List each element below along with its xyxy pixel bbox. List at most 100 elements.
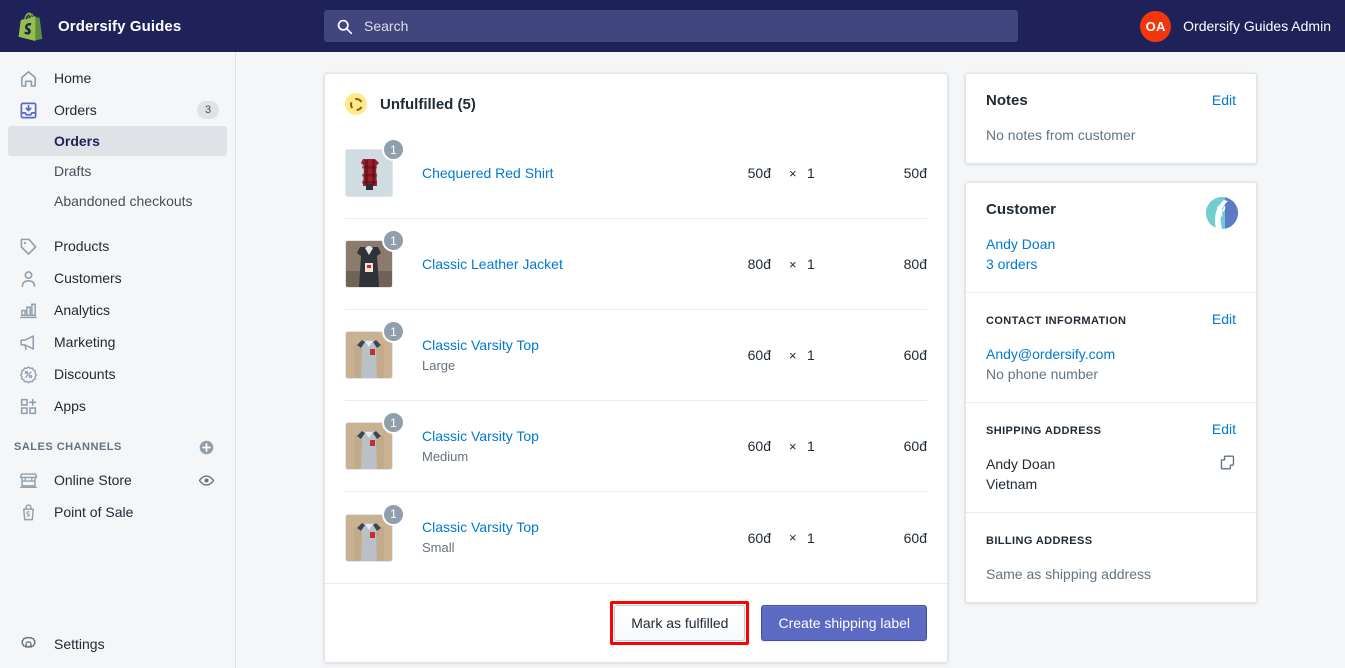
sidebar-item-label: Discounts	[54, 366, 116, 382]
sidebar-item-apps[interactable]: Apps	[8, 390, 227, 422]
sidebar-item-label: Settings	[54, 636, 105, 652]
line-item-thumbnail-wrap: 1	[345, 411, 405, 470]
line-item-quantity: 1	[807, 438, 815, 454]
line-item-info: Chequered Red Shirt	[422, 164, 927, 183]
brand-name: Ordersify Guides	[58, 17, 182, 35]
sidebar-item-orders[interactable]: Orders 3	[8, 94, 227, 126]
discounts-percent-badge-icon	[14, 365, 42, 384]
customer-links: Andy Doan 3 orders	[986, 234, 1236, 274]
customer-orders-link[interactable]: 3 orders	[986, 254, 1236, 274]
products-tag-icon	[14, 237, 42, 256]
eye-icon[interactable]	[198, 472, 215, 489]
create-shipping-label-button[interactable]: Create shipping label	[761, 605, 927, 641]
shipping-address-line2: Vietnam	[986, 476, 1038, 492]
line-item-name[interactable]: Classic Varsity Top	[422, 518, 927, 537]
notes-title: Notes	[986, 92, 1028, 109]
search-icon	[337, 19, 353, 34]
shipping-edit-link[interactable]: Edit	[1212, 421, 1236, 437]
line-item-total: 60đ	[903, 347, 927, 363]
plus-circle-icon[interactable]	[198, 439, 215, 456]
sidebar-item-customers[interactable]: Customers	[8, 262, 227, 294]
line-item-quantity-badge: 1	[382, 411, 405, 434]
copy-icon[interactable]	[1219, 454, 1236, 476]
avatar: OA	[1140, 10, 1172, 42]
sidebar-subitem-abandoned-checkouts[interactable]: Abandoned checkouts	[8, 186, 227, 216]
sidebar-item-marketing[interactable]: Marketing	[8, 326, 227, 358]
search-input[interactable]: Search	[324, 10, 1018, 42]
line-item-name[interactable]: Classic Leather Jacket	[422, 255, 927, 274]
line-item-quantity: 1	[807, 347, 815, 363]
account-name: Ordersify Guides Admin	[1183, 18, 1331, 34]
sidebar-item-label: Online Store	[54, 472, 132, 488]
sidebar-item-label: Apps	[54, 398, 86, 414]
gear-icon	[14, 635, 42, 654]
unfulfilled-title: Unfulfilled (5)	[380, 95, 476, 113]
orders-badge: 3	[197, 101, 219, 119]
account-menu[interactable]: OA Ordersify Guides Admin	[1140, 0, 1331, 52]
notes-section: Notes Edit No notes from customer	[966, 74, 1256, 163]
unfulfilled-dashed-circle-icon	[345, 93, 367, 115]
notes-edit-link[interactable]: Edit	[1212, 92, 1236, 108]
main-content: Unfulfilled (5) 1 Chequered Red Shirt 50…	[236, 52, 1345, 668]
customer-email-link[interactable]: Andy@ordersify.com	[986, 344, 1236, 364]
sidebar-item-point-of-sale[interactable]: Point of Sale	[8, 496, 227, 528]
sidebar-item-discounts[interactable]: Discounts	[8, 358, 227, 390]
shipping-address-lines: Andy Doan Vietnam	[986, 454, 1236, 494]
unfulfilled-header: Unfulfilled (5)	[325, 74, 947, 115]
line-item-quantity-badge: 1	[382, 229, 405, 252]
contact-details: Andy@ordersify.com No phone number	[986, 344, 1236, 384]
sidebar-item-analytics[interactable]: Analytics	[8, 294, 227, 326]
notes-card: Notes Edit No notes from customer	[965, 73, 1257, 164]
sidebar-item-products[interactable]: Products	[8, 230, 227, 262]
sidebar-item-label: Point of Sale	[54, 504, 134, 520]
line-item-times-symbol: ×	[789, 165, 797, 181]
sidebar-item-label: Analytics	[54, 302, 111, 318]
shipping-address-line1: Andy Doan	[986, 456, 1056, 472]
contact-information-heading: CONTACT INFORMATION	[986, 315, 1127, 327]
sidebar-subitem-label: Orders	[54, 133, 100, 149]
storefront-icon	[14, 471, 42, 490]
contact-edit-link[interactable]: Edit	[1212, 311, 1236, 327]
point-of-sale-bag-icon	[14, 503, 42, 522]
brand-home-link[interactable]: Ordersify Guides	[0, 0, 236, 52]
line-item-name[interactable]: Classic Varsity Top	[422, 427, 927, 446]
sales-channels-label: SALES CHANNELS	[14, 441, 122, 453]
line-item-times-symbol: ×	[789, 256, 797, 272]
sidebar: Home Orders 3 Orders Drafts Abandoned ch…	[0, 52, 236, 668]
billing-address-section: BILLING ADDRESS Same as shipping address	[966, 513, 1256, 602]
table-row: 1 Chequered Red Shirt 50đ × 1 50đ	[345, 128, 927, 219]
table-row: 1 Classic Varsity Top Small 60đ × 1 60đ	[345, 492, 927, 583]
billing-address-body: Same as shipping address	[986, 566, 1151, 582]
line-item-unit-price: 60đ	[747, 438, 771, 454]
line-item-variant: Medium	[422, 448, 469, 464]
order-details-column: Unfulfilled (5) 1 Chequered Red Shirt 50…	[324, 73, 948, 663]
unfulfilled-card: Unfulfilled (5) 1 Chequered Red Shirt 50…	[324, 73, 948, 663]
analytics-bar-chart-icon	[14, 301, 42, 320]
line-item-times-symbol: ×	[789, 347, 797, 363]
home-icon	[14, 69, 42, 88]
line-item-name[interactable]: Chequered Red Shirt	[422, 164, 927, 183]
line-item-unit-price: 80đ	[747, 256, 771, 272]
sidebar-item-settings[interactable]: Settings	[8, 628, 227, 660]
shipping-address-section: SHIPPING ADDRESS Edit Andy Doan Vietnam	[966, 403, 1256, 513]
billing-address-heading: BILLING ADDRESS	[986, 535, 1093, 547]
shipping-address-heading: SHIPPING ADDRESS	[986, 425, 1102, 437]
table-row: 1 Classic Leather Jacket 80đ × 1 80đ	[345, 219, 927, 310]
sidebar-subitem-label: Abandoned checkouts	[54, 193, 193, 209]
line-item-thumbnail-wrap: 1	[345, 502, 405, 562]
sidebar-item-label: Products	[54, 238, 110, 254]
sidebar-item-online-store[interactable]: Online Store	[8, 464, 227, 496]
sidebar-subitem-drafts[interactable]: Drafts	[8, 156, 227, 186]
line-item-times-symbol: ×	[789, 530, 797, 545]
sidebar-subitem-orders[interactable]: Orders	[8, 126, 227, 156]
table-row: 1 Classic Varsity Top Medium 60đ × 1 60đ	[345, 401, 927, 492]
mark-as-fulfilled-button[interactable]: Mark as fulfilled	[614, 605, 746, 641]
customer-name-link[interactable]: Andy Doan	[986, 234, 1236, 254]
fulfillment-actions: Mark as fulfilled Create shipping label	[325, 583, 947, 662]
sidebar-footer: Settings	[0, 628, 235, 660]
customers-person-icon	[14, 269, 42, 288]
sidebar-item-home[interactable]: Home	[8, 62, 227, 94]
line-item-unit-price: 50đ	[747, 165, 771, 181]
sidebar-subitem-label: Drafts	[54, 163, 92, 179]
line-item-name[interactable]: Classic Varsity Top	[422, 336, 927, 355]
